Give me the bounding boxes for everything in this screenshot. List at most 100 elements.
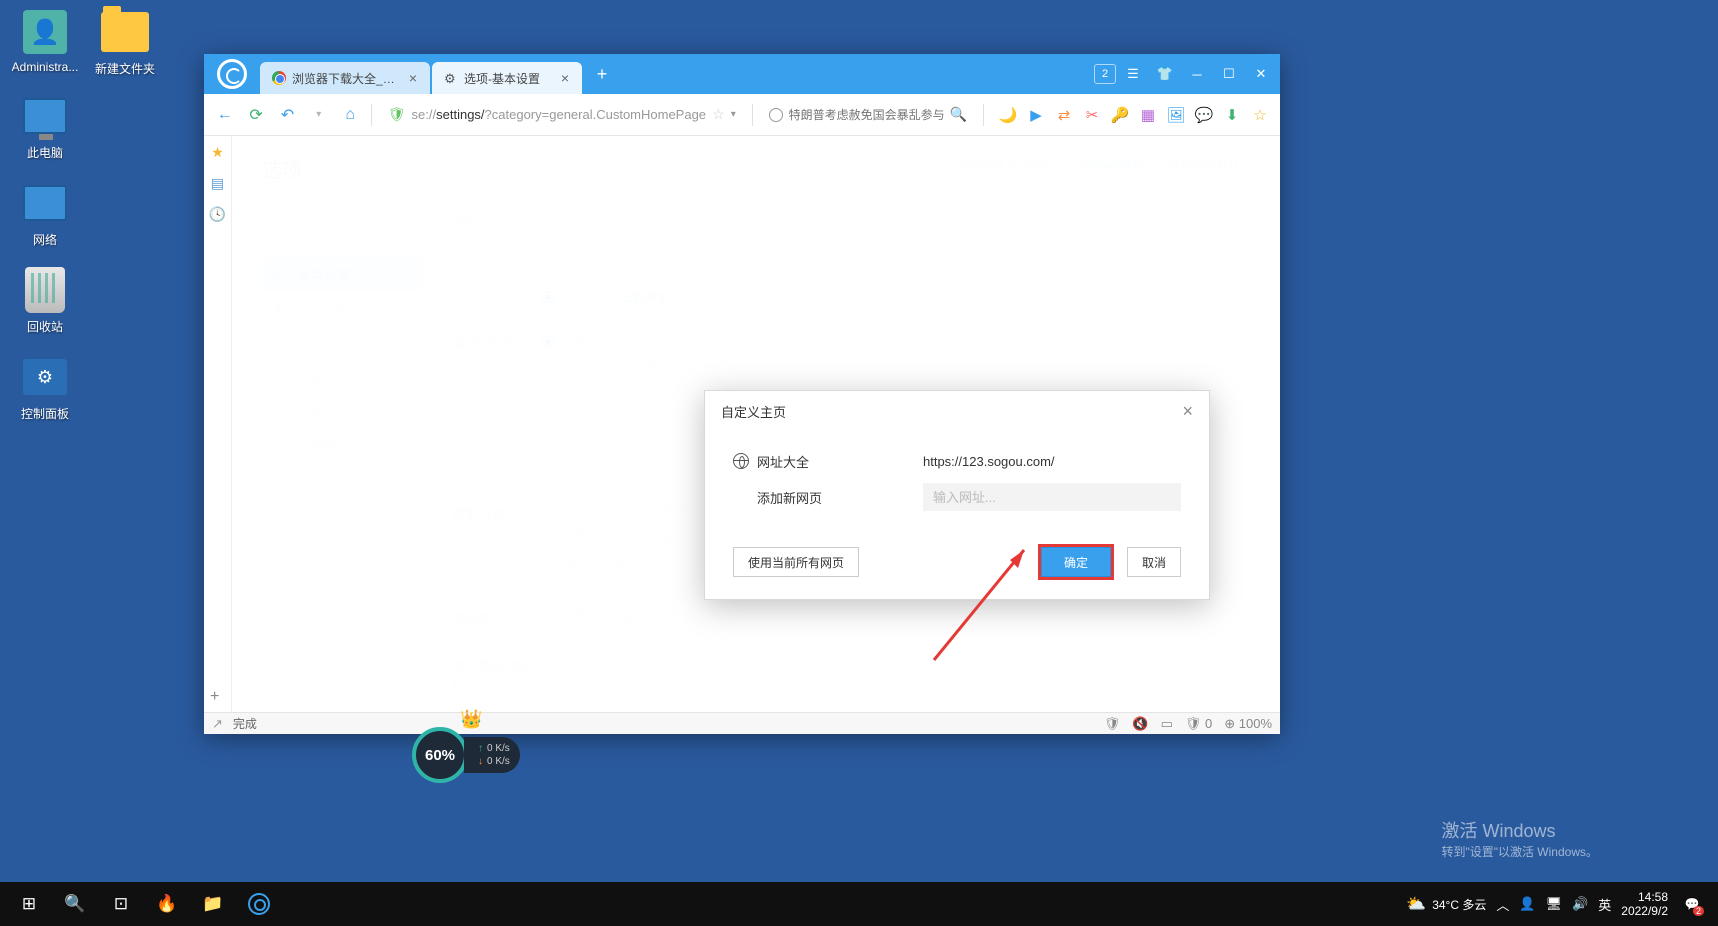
radio-homepage-sitenav[interactable]: 网址大全 — [542, 213, 1250, 230]
desktop-icon-label: 此电脑 — [27, 144, 63, 161]
tray-chevron-icon[interactable]: ︿ — [1496, 895, 1509, 914]
search-input[interactable] — [789, 108, 944, 122]
undo-button[interactable]: ↶ — [277, 103, 298, 127]
check-smart-source[interactable]: 使用动态智能地址栏时，推荐内容来自于： — [542, 680, 1250, 697]
url-text[interactable]: se://settings/?category=general.CustomHo… — [412, 107, 707, 122]
tray-people-icon[interactable]: 👤 — [1519, 896, 1535, 912]
picture-icon[interactable]: 🖼 — [1166, 105, 1186, 125]
radio-homepage-custom[interactable]: 自定义 设置网址 — [542, 288, 1250, 305]
titlebar[interactable]: 浏览器下载大全_浏览器 × ⚙ 选项-基本设置 × + 2 ☰ 👕 ─ ☐ ✕ — [204, 54, 1280, 94]
dialog-close-icon[interactable]: × — [1182, 401, 1193, 422]
radio-homepage-favs[interactable]: 我的最爱 — [542, 238, 1250, 255]
nav-item-basic[interactable]: ⚙基本设置 — [262, 257, 422, 291]
sidebar-star-icon[interactable]: ★ — [211, 144, 224, 161]
key-icon[interactable]: 🔑 — [1110, 105, 1130, 125]
tray-ime[interactable]: 英 — [1598, 895, 1611, 914]
chrome-favicon-icon — [272, 71, 286, 85]
notification-center-icon[interactable]: 💬2 — [1678, 890, 1706, 918]
cancel-button[interactable]: 取消 — [1127, 547, 1181, 577]
note-icon[interactable]: ▦ — [1138, 105, 1158, 125]
minimize-icon[interactable]: ─ — [1182, 60, 1212, 88]
nav-item-tab[interactable]: ◧标签设置 — [262, 291, 422, 325]
tray-volume-icon[interactable]: 🔊 — [1572, 896, 1588, 912]
status-block-badge[interactable]: 🛡 0 — [1185, 716, 1212, 732]
radio-startup-last[interactable]: 上次关闭时的页面 — [542, 358, 1250, 375]
use-all-pages-button[interactable]: 使用当前所有网页 — [733, 547, 859, 577]
search-icon[interactable]: 🔍 — [950, 106, 967, 123]
reload-button[interactable]: ⟳ — [245, 103, 266, 127]
desktop-icon-thispc[interactable]: 此电脑 — [8, 92, 82, 161]
gear-favicon-icon: ⚙ — [444, 71, 458, 85]
tab-settings[interactable]: ⚙ 选项-基本设置 × — [432, 62, 582, 94]
desktop-icon-recyclebin[interactable]: 回收站 — [8, 266, 82, 335]
sogou-logo-icon[interactable] — [204, 54, 260, 94]
download-icon[interactable]: ⬇ — [1222, 105, 1242, 125]
close-icon[interactable]: ✕ — [1246, 60, 1276, 88]
back-button[interactable]: ← — [214, 103, 235, 127]
nav-item-download[interactable]: ⬇下载 — [262, 359, 422, 393]
taskview-button[interactable]: ⊡ — [98, 882, 144, 926]
tab-icon: ◧ — [274, 301, 288, 315]
fav-star-icon[interactable]: ☆ — [1250, 105, 1270, 125]
desktop-icon-admin[interactable]: Administra... — [8, 8, 82, 74]
firefox-button[interactable]: 🔥 — [144, 882, 190, 926]
nav-item-advanced[interactable]: ≡高级 — [262, 461, 422, 495]
radio-startup-home[interactable]: 主页 — [542, 333, 1250, 350]
tab-close-icon[interactable]: × — [406, 71, 420, 85]
video-icon[interactable]: ▶ — [1026, 105, 1046, 125]
nav-item-shortcut[interactable]: ⌨快捷键 — [262, 427, 422, 461]
chat-icon[interactable]: 💬 — [1194, 105, 1214, 125]
desktop-icon-network[interactable]: 网络 — [8, 179, 82, 248]
tray-network-icon[interactable]: 🖥 — [1546, 896, 1563, 912]
check-smart-enable[interactable]: 开启动态智能地址栏推荐功能 — [542, 655, 1250, 672]
home-button[interactable]: ⌂ — [340, 103, 361, 127]
clock[interactable]: 14:58 2022/9/2 — [1621, 890, 1668, 919]
status-mute-icon[interactable]: 🔇 — [1132, 716, 1148, 732]
desktop-icon-controlpanel[interactable]: 控制面板 — [8, 353, 82, 422]
toplink-internet[interactable]: Internet选项 — [1079, 156, 1144, 173]
settings-search-input[interactable] — [262, 213, 422, 243]
nav-item-security[interactable]: 🛡安全设置 — [262, 325, 422, 359]
nightmode-icon[interactable]: 🌙 — [998, 105, 1018, 125]
radio-homepage-blank[interactable]: 空白页 — [542, 263, 1250, 280]
sidebar-add-icon[interactable]: + — [210, 688, 219, 706]
explorer-button[interactable]: 📁 — [190, 882, 236, 926]
undo-dropdown[interactable]: ▾ — [308, 103, 329, 127]
search-bar[interactable]: 🔍 — [763, 101, 973, 129]
status-window-icon[interactable]: ▭ — [1161, 716, 1173, 732]
menu-icon[interactable]: ☰ — [1118, 60, 1148, 88]
link-set-url[interactable]: 设置网址 — [621, 288, 669, 305]
skin-icon[interactable]: 👕 — [1150, 60, 1180, 88]
nav-item-gesture[interactable]: ↯鼠标手势 — [262, 393, 422, 427]
ok-button[interactable]: 确定 — [1041, 547, 1111, 577]
tab-close-icon[interactable]: × — [558, 71, 572, 85]
sogou-browser-button[interactable] — [236, 882, 282, 926]
scissors-icon[interactable]: ✂ — [1082, 105, 1102, 125]
newtab-button[interactable]: + — [590, 62, 614, 86]
manage-search-dropdown[interactable]: 管理搜索引擎 — [542, 553, 644, 580]
status-zoom[interactable]: ⊕ 100% — [1224, 716, 1272, 732]
add-url-input[interactable] — [923, 483, 1181, 511]
start-button[interactable]: ⊞ — [6, 882, 52, 926]
window-count-badge[interactable]: 2 — [1094, 64, 1116, 84]
check-addrbar-paste[interactable]: 启用地址栏粘贴复制功能 — [542, 608, 1250, 625]
search-button[interactable]: 🔍 — [52, 882, 98, 926]
status-shield-icon[interactable]: 🛡 — [1104, 716, 1121, 732]
sidebar-book-icon[interactable]: ▤ — [211, 175, 224, 192]
address-bar[interactable]: 🛡 se://settings/?category=general.Custom… — [382, 100, 742, 130]
bookmark-star-icon[interactable]: ☆ — [712, 106, 725, 123]
shield-icon: 🛡 — [274, 335, 288, 349]
maximize-icon[interactable]: ☐ — [1214, 60, 1244, 88]
nav-item-lab[interactable]: ⋯实验室 — [262, 529, 422, 563]
address-dropdown-icon[interactable]: ▾ — [731, 109, 736, 120]
nav-item-extensions[interactable]: ⊞扩展管理 — [262, 495, 422, 529]
desktop-icon-newfolder[interactable]: 新建文件夹 — [88, 8, 162, 77]
toplink-kernel[interactable]: 内核切换 本页默认 — [956, 156, 1055, 173]
toplink-restore[interactable]: 恢复本页默认 — [1168, 156, 1240, 173]
tab-downloads[interactable]: 浏览器下载大全_浏览器 × — [260, 62, 430, 94]
weather-widget[interactable]: ⛅34°C 多云 — [1406, 894, 1486, 914]
sidebar-history-icon[interactable]: 🕓 — [209, 206, 226, 223]
translate-icon[interactable]: ⇄ — [1054, 105, 1074, 125]
share-icon[interactable]: ↗ — [212, 716, 223, 732]
speed-gadget[interactable]: 👑 60% ↑0 K/s ↓0 K/s — [412, 727, 520, 783]
